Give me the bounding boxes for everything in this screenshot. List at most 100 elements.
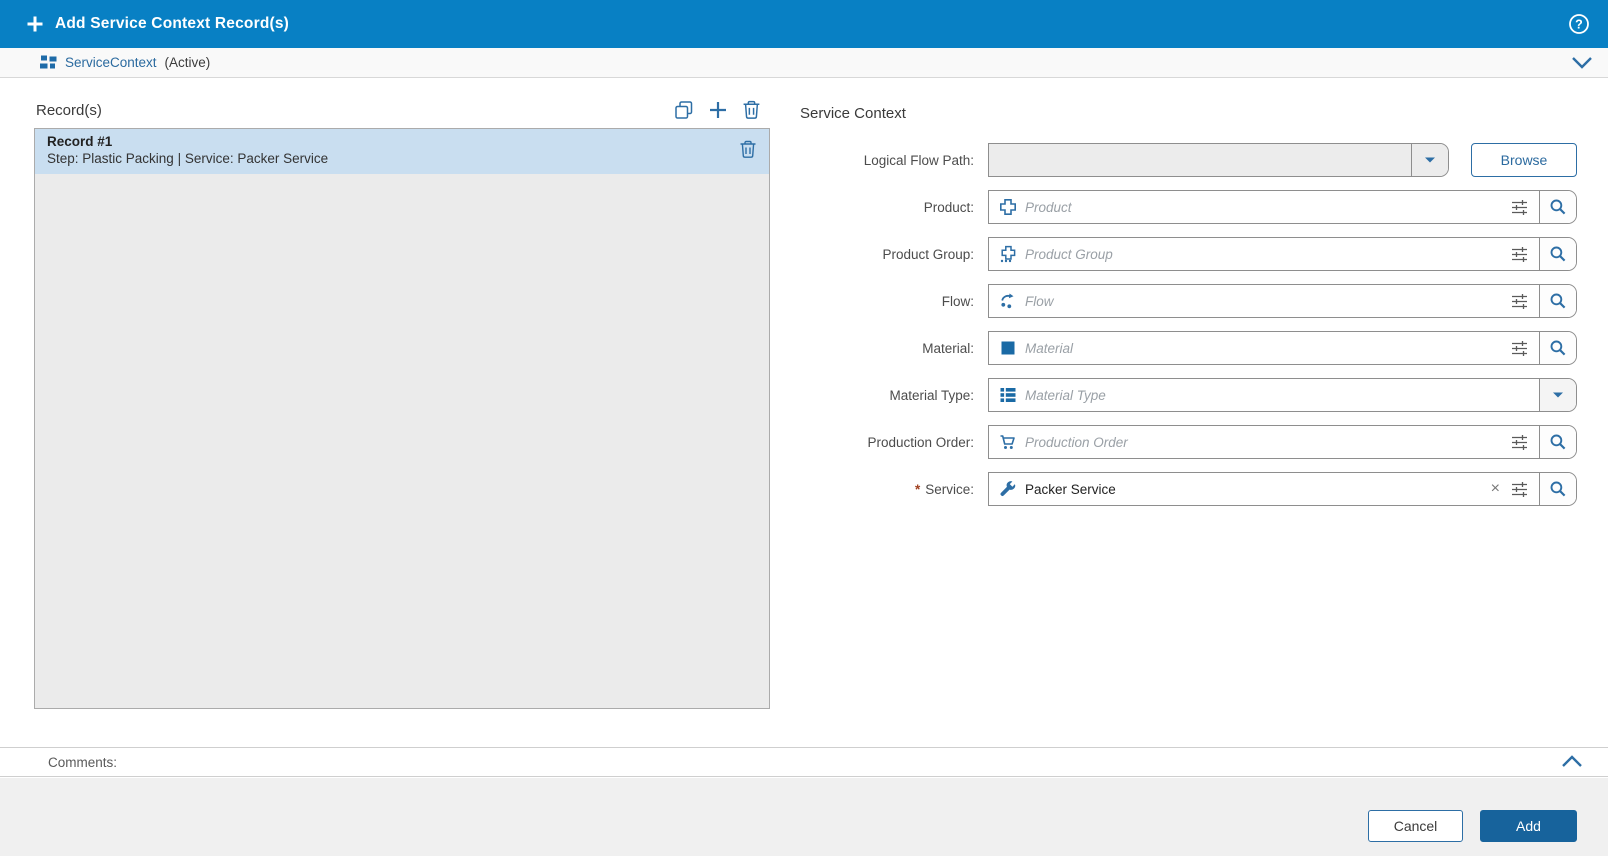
material-label: Material:	[800, 341, 988, 356]
records-panel-title: Record(s)	[36, 102, 674, 119]
comments-label: Comments:	[48, 755, 1560, 770]
search-button[interactable]	[1539, 472, 1576, 506]
help-icon[interactable]: ?	[1568, 13, 1590, 35]
material-input[interactable]: Material	[988, 331, 1577, 365]
search-icon	[1549, 198, 1567, 216]
search-icon	[1549, 433, 1567, 451]
production-order-control: Production Order	[988, 425, 1577, 459]
filter-icon[interactable]	[1510, 434, 1529, 451]
material-control: Material	[988, 331, 1577, 365]
material-type-label: Material Type:	[800, 388, 988, 403]
search-button[interactable]	[1539, 425, 1576, 459]
add-icon[interactable]	[708, 100, 728, 120]
copy-icon[interactable]	[674, 100, 694, 120]
filter-icon[interactable]	[1510, 246, 1529, 263]
clear-icon[interactable]: ×	[1491, 481, 1500, 497]
logical-flow-path-input[interactable]	[988, 143, 1449, 177]
product-group-control: Product Group	[988, 237, 1577, 271]
entity-name-link[interactable]: ServiceContext	[65, 55, 157, 70]
product-control: Product	[988, 190, 1577, 224]
service-control: Packer Service×	[988, 472, 1577, 506]
flow-icon	[999, 292, 1017, 310]
search-icon	[1549, 292, 1567, 310]
search-button[interactable]	[1539, 284, 1576, 318]
search-icon	[1549, 339, 1567, 357]
search-icon	[1549, 245, 1567, 263]
logical-flow-path-label: Logical Flow Path:	[800, 153, 988, 168]
production-order-input[interactable]: Production Order	[988, 425, 1577, 459]
record-title: Record #1	[47, 134, 739, 149]
filter-icon[interactable]	[1510, 481, 1529, 498]
production-order-row: Production Order: Production Order	[800, 425, 1577, 459]
production-order-icon	[999, 433, 1017, 451]
add-button[interactable]: Add	[1480, 810, 1577, 842]
flow-control: Flow	[988, 284, 1577, 318]
comments-chevron-up-icon[interactable]	[1560, 755, 1584, 769]
record-row-text: Record #1 Step: Plastic Packing | Service…	[47, 134, 739, 166]
add-plus-icon	[26, 15, 44, 33]
search-button[interactable]	[1539, 331, 1576, 365]
svg-text:?: ?	[1575, 18, 1583, 32]
product-label: Product:	[800, 200, 988, 215]
record-subtitle: Step: Plastic Packing | Service: Packer …	[47, 151, 739, 166]
service-label: *Service:	[800, 482, 988, 497]
search-icon	[1549, 480, 1567, 498]
material-type-icon	[999, 386, 1017, 404]
material-type-row: Material Type: Material Type	[800, 378, 1577, 412]
flow-row: Flow: Flow	[800, 284, 1577, 318]
material-icon	[999, 339, 1017, 357]
delete-icon[interactable]	[742, 100, 762, 120]
logical-flow-path-row: Logical Flow Path: Browse	[800, 143, 1577, 177]
cancel-button[interactable]: Cancel	[1368, 810, 1463, 842]
product-group-icon	[999, 245, 1017, 263]
records-panel-header: Record(s)	[34, 96, 770, 124]
dialog-title: Add Service Context Record(s)	[55, 15, 1568, 33]
chevron-down-small-icon	[1551, 390, 1565, 400]
service-value[interactable]: Packer Service	[1025, 482, 1491, 497]
dialog-titlebar: Add Service Context Record(s) ?	[0, 0, 1608, 48]
record-list[interactable]: Record #1 Step: Plastic Packing | Service…	[34, 128, 770, 709]
records-panel: Record(s) Record #1 Step: Plastic Packing…	[34, 96, 770, 709]
dropdown-button[interactable]	[1539, 378, 1576, 412]
dialog-footer: Cancel Add	[0, 778, 1608, 856]
search-button[interactable]	[1539, 237, 1576, 271]
required-asterisk: *	[915, 482, 920, 497]
service-context-entity-icon	[40, 55, 57, 70]
filter-icon[interactable]	[1510, 199, 1529, 216]
comments-bar: Comments:	[0, 747, 1608, 777]
form-rows: Logical Flow Path:BrowseProduct:ProductP…	[800, 143, 1577, 506]
filter-icon[interactable]	[1510, 293, 1529, 310]
logical-flow-path-control: Browse	[988, 143, 1577, 177]
service-context-form: Service Context Logical Flow Path: Browse…	[800, 96, 1577, 519]
record-delete-icon[interactable]	[739, 140, 757, 159]
material-placeholder[interactable]: Material	[1025, 341, 1510, 356]
record-row[interactable]: Record #1 Step: Plastic Packing | Service…	[35, 129, 769, 174]
form-title: Service Context	[800, 96, 1577, 122]
flow-input[interactable]: Flow	[988, 284, 1577, 318]
search-button[interactable]	[1539, 190, 1576, 224]
records-toolbar	[674, 100, 762, 120]
browse-button[interactable]: Browse	[1471, 143, 1577, 177]
service-row: *Service:Packer Service×	[800, 472, 1577, 506]
production-order-placeholder[interactable]: Production Order	[1025, 435, 1510, 450]
material-row: Material: Material	[800, 331, 1577, 365]
flow-placeholder[interactable]: Flow	[1025, 294, 1510, 309]
product-group-input[interactable]: Product Group	[988, 237, 1577, 271]
filter-icon[interactable]	[1510, 340, 1529, 357]
service-icon	[999, 480, 1017, 498]
flow-label: Flow:	[800, 294, 988, 309]
product-row: Product: Product	[800, 190, 1577, 224]
material-type-input[interactable]: Material Type	[988, 378, 1577, 412]
product-group-placeholder[interactable]: Product Group	[1025, 247, 1510, 262]
material-type-placeholder[interactable]: Material Type	[1025, 388, 1539, 403]
production-order-label: Production Order:	[800, 435, 988, 450]
entity-status: (Active)	[165, 55, 211, 70]
collapse-section-chevron-down-icon[interactable]	[1570, 56, 1594, 70]
product-icon	[999, 198, 1017, 216]
product-placeholder[interactable]: Product	[1025, 200, 1510, 215]
entity-header: ServiceContext (Active)	[0, 48, 1608, 78]
product-input[interactable]: Product	[988, 190, 1577, 224]
service-input[interactable]: Packer Service×	[988, 472, 1577, 506]
dropdown-button[interactable]	[1411, 143, 1448, 177]
product-group-label: Product Group:	[800, 247, 988, 262]
